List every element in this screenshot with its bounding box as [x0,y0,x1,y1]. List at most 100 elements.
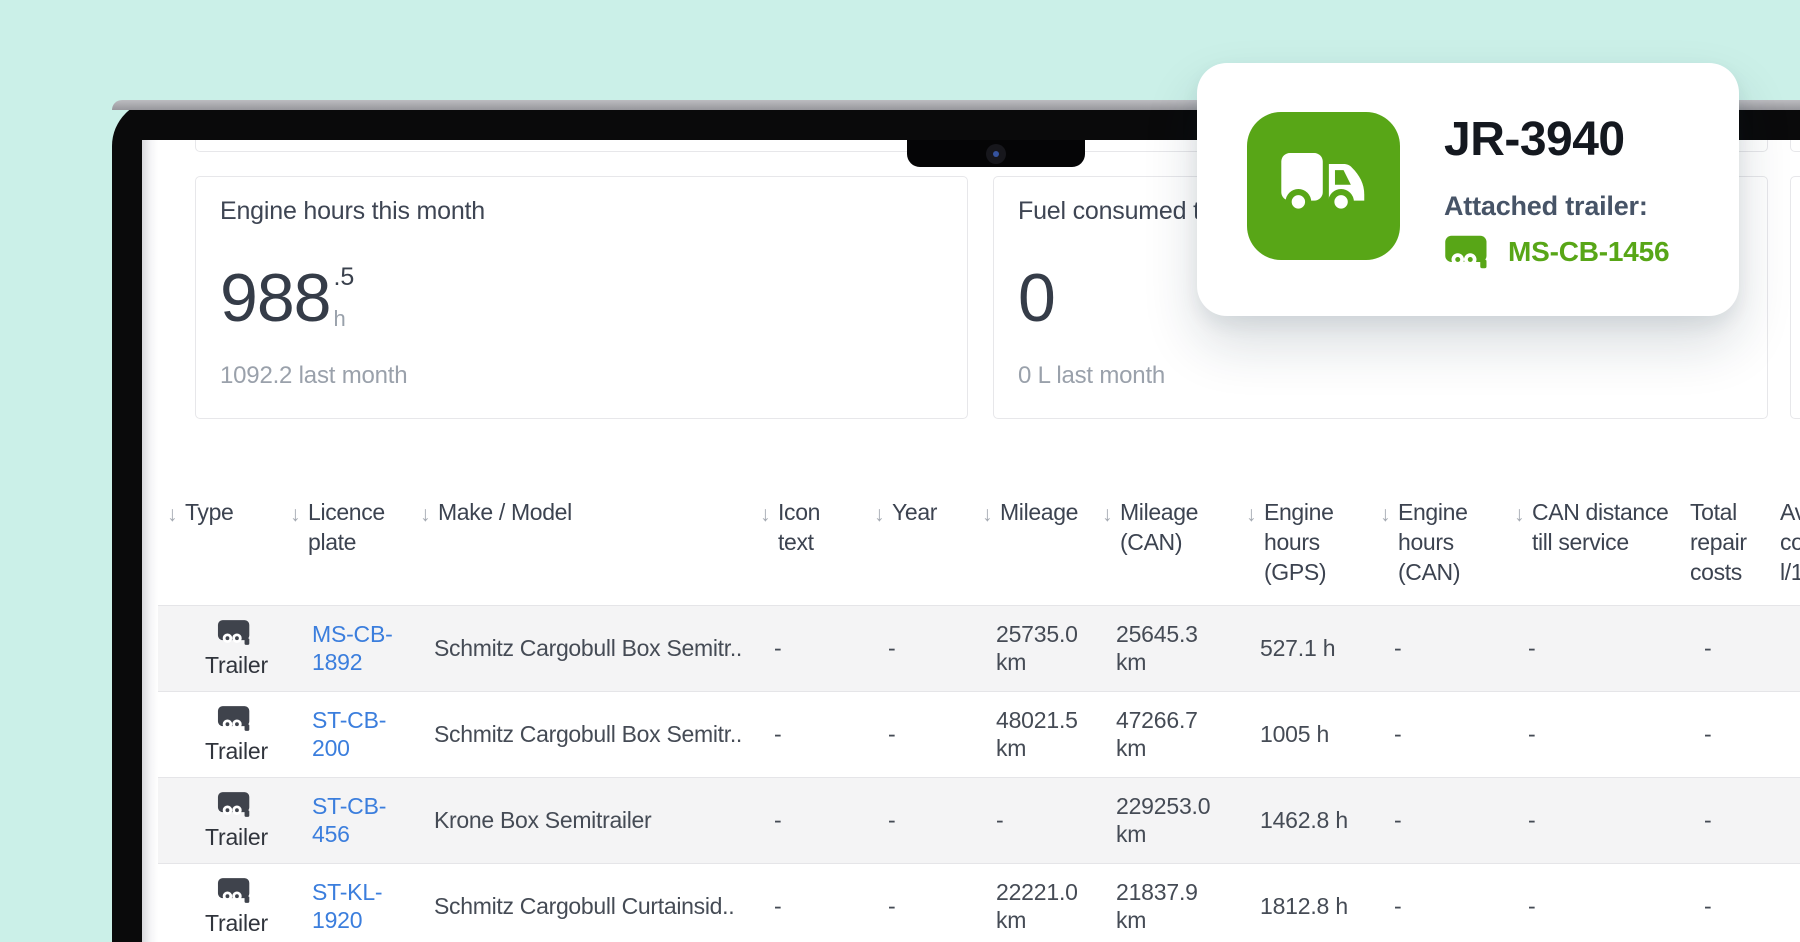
column-label: Engine hours (CAN) [1398,499,1468,585]
cell-year: - [862,691,970,777]
cell-icon_text: - [748,777,862,863]
cell-value: - [774,807,781,833]
column-label: Year [892,499,937,525]
attached-trailer-label: Attached trailer: [1444,190,1669,222]
cell-mileage_can: 229253.0 km [1090,777,1234,863]
engine-hours-unit: h [333,306,354,332]
column-header-year[interactable]: ↓Year [862,493,970,605]
licence-plate-link[interactable]: ST-KL-1920 [312,878,400,934]
column-header-avg: Avg consumption l/100km [1768,493,1800,605]
cell-value: - [1528,721,1535,747]
engine-hours-card: Engine hours this month 988 .5 h 1092.2 … [195,176,968,419]
column-header-repair: Total repair costs [1678,493,1768,605]
cell-icon_text: - [748,691,862,777]
engine-hours-value: 988 .5 h [220,260,943,336]
cell-engine_gps: 1005 h [1234,691,1368,777]
cell-year: - [862,863,970,942]
cell-repair: - [1678,863,1768,942]
camera-notch [907,140,1085,167]
cell-value: - [1394,721,1401,747]
cell-engine_can: - [1368,863,1502,942]
cell-value: - [1704,807,1711,833]
column-header-engine_can[interactable]: ↓Engine hours (CAN) [1368,493,1502,605]
trailer-icon [217,875,255,906]
licence-plate-link[interactable]: MS-CB-1892 [312,620,400,676]
column-header-mileage[interactable]: ↓Mileage [970,493,1090,605]
table-row: Trailer MS-CB-1892Schmitz Cargobull Box S… [155,605,1800,691]
column-header-engine_gps[interactable]: ↓ Engine hours (GPS) [1234,493,1368,605]
column-label: Licence plate [308,499,385,555]
cell-plate: ST-CB-200 [278,691,408,777]
cell-type: Trailer [155,605,278,691]
vehicle-type-label: Trailer [205,737,268,765]
cell-repair: - [1678,605,1768,691]
cell-value: - [774,893,781,919]
sort-desc-icon: ↓ [167,500,177,530]
vehicle-number: JR-3940 [1444,112,1669,168]
cell-engine_can: - [1368,691,1502,777]
truck-icon [1247,112,1400,260]
cell-value: Schmitz Cargobull Box Semitr.. [434,721,742,747]
cell-value: - [1704,635,1711,661]
cell-repair: - [1678,777,1768,863]
cell-value: 229253.0 km [1116,793,1210,847]
vehicle-popup: JR-3940 Attached trailer: MS-CB-1456 [1197,63,1739,316]
cell-can_distance: - [1502,691,1678,777]
cell-avg [1768,691,1800,777]
column-label: Type [185,499,233,525]
licence-plate-link[interactable]: ST-CB-456 [312,792,400,848]
cell-value: 25735.0 km [996,621,1078,675]
column-header-can_distance[interactable]: ↓CAN distance till service [1502,493,1678,605]
partial-card [1790,176,1800,419]
cell-engine_gps: 527.1 h [1234,605,1368,691]
last-month-value: 1092.2 last month [220,362,943,390]
cell-engine_gps: 1812.8 h [1234,863,1368,942]
trailer-icon [217,703,255,734]
licence-plate-link[interactable]: ST-CB-200 [312,706,400,762]
cell-value: 25645.3 km [1116,621,1198,675]
cell-engine_can: - [1368,777,1502,863]
column-label: CAN distance till service [1532,499,1668,555]
cell-avg [1768,777,1800,863]
cell-value: 1462.8 h [1260,807,1348,833]
cell-year: - [862,605,970,691]
column-header-plate[interactable]: ↓Licence plate [278,493,408,605]
cell-value: 48021.5 km [996,707,1078,761]
vehicle-type-label: Trailer [205,909,268,937]
column-header-mileage_can[interactable]: ↓Mileage (CAN) [1090,493,1234,605]
last-month-value: 0 L last month [1018,362,1743,390]
cell-icon_text: - [748,605,862,691]
cell-engine_can: - [1368,605,1502,691]
cell-year: - [862,777,970,863]
cell-value: - [1704,721,1711,747]
column-header-icon_text[interactable]: ↓Icon text [748,493,862,605]
cutoff-card [195,140,968,152]
cell-model: Schmitz Cargobull Box Semitr.. [408,605,748,691]
cell-model: Krone Box Semitrailer [408,777,748,863]
cell-mileage_can: 47266.7 km [1090,691,1234,777]
cell-type: Trailer [155,777,278,863]
column-header-model[interactable]: ↓Make / Model [408,493,748,605]
cell-value: 1005 h [1260,721,1329,747]
attached-trailer-plate[interactable]: MS-CB-1456 [1508,236,1669,268]
cell-mileage: - [970,777,1090,863]
cell-value: - [1704,893,1711,919]
cell-value: - [1394,635,1401,661]
cell-avg [1768,863,1800,942]
cell-value: - [1528,635,1535,661]
engine-hours-decimal: .5 [333,263,354,292]
cell-engine_gps: 1462.8 h [1234,777,1368,863]
column-label: Total repair costs [1690,499,1747,585]
cell-can_distance: - [1502,777,1678,863]
sort-desc-icon: ↓ [1246,500,1256,530]
column-label: Engine hours (GPS) [1264,499,1334,585]
column-header-type[interactable]: ↓ Type [155,493,278,605]
column-label: Mileage [1000,499,1078,525]
cell-repair: - [1678,691,1768,777]
cell-value: - [1528,893,1535,919]
trailer-icon [1444,232,1494,272]
trailer-icon [217,789,255,820]
cell-value: 47266.7 km [1116,707,1198,761]
cell-plate: ST-KL-1920 [278,863,408,942]
cell-value: Schmitz Cargobull Curtainsid.. [434,893,734,919]
